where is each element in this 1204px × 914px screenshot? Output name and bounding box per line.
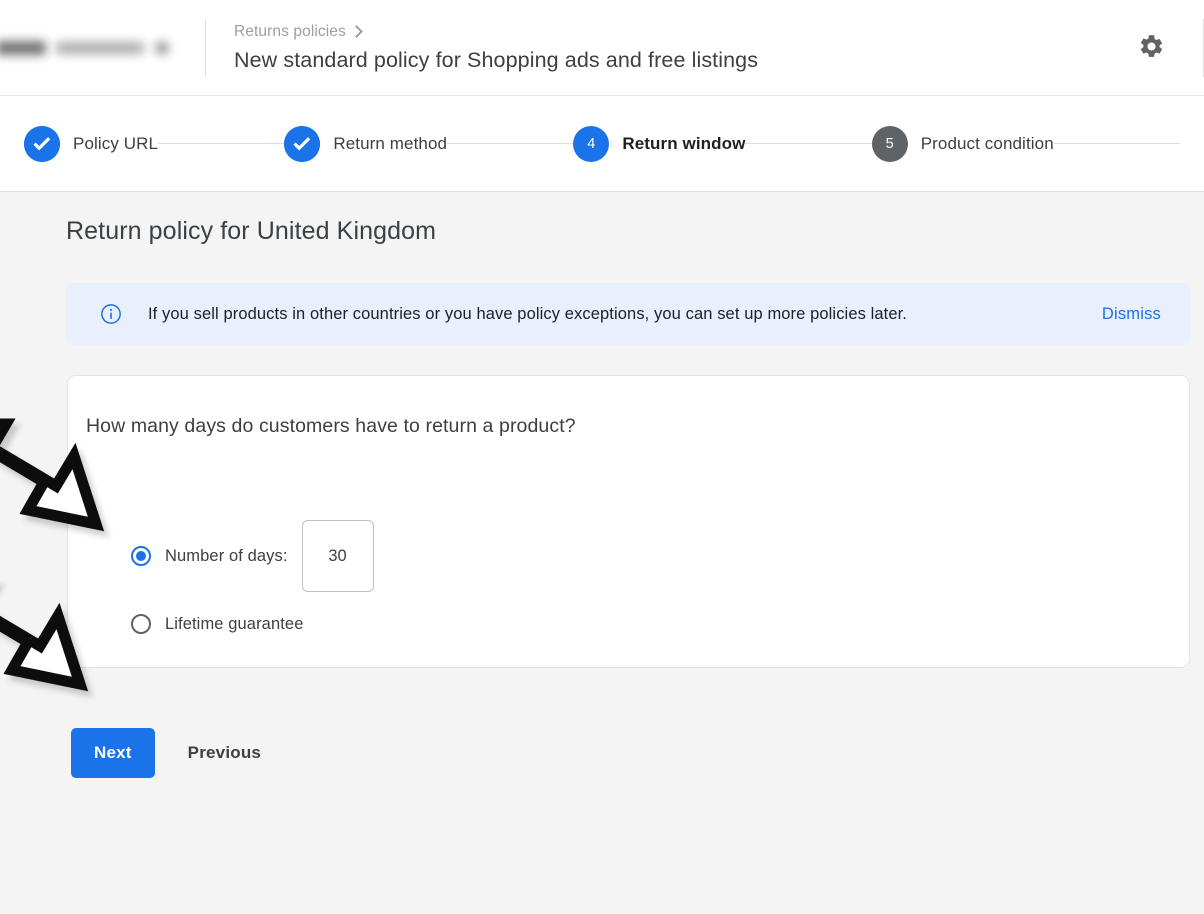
- section-title: Return policy for United Kingdom: [66, 214, 436, 248]
- redacted-block-3: [156, 42, 168, 54]
- stepper-step-return-window[interactable]: 4 Return window: [573, 126, 745, 162]
- stepper-step-policy-url[interactable]: Policy URL: [24, 126, 158, 162]
- step-complete-check-icon: [24, 126, 60, 162]
- return-window-radio-group: Number of days: Lifetime guarantee: [131, 520, 374, 644]
- header-actions: [1127, 0, 1204, 96]
- stepper-connector-1: [158, 143, 284, 144]
- number-of-days-input[interactable]: [302, 520, 374, 592]
- dismiss-button[interactable]: Dismiss: [1097, 305, 1166, 324]
- radio-label-number-of-days: Number of days:: [165, 547, 288, 566]
- chevron-right-icon: [350, 25, 363, 38]
- previous-button[interactable]: Previous: [180, 728, 269, 778]
- stepper-connector-4: [1054, 143, 1180, 144]
- redacted-block-2: [56, 42, 144, 54]
- return-window-card: How many days do customers have to retur…: [67, 375, 1190, 668]
- stepper-connector-3: [745, 143, 871, 144]
- step-label-return-method: Return method: [333, 134, 447, 154]
- stepper-connector-2: [447, 143, 573, 144]
- card-question: How many days do customers have to retur…: [86, 415, 576, 438]
- step-label-policy-url: Policy URL: [73, 134, 158, 154]
- breadcrumb-label[interactable]: Returns policies: [234, 21, 346, 43]
- radio-label-lifetime-guarantee: Lifetime guarantee: [165, 615, 303, 634]
- info-icon: [100, 303, 122, 325]
- step-number-badge: 5: [872, 126, 908, 162]
- step-complete-check-icon: [284, 126, 320, 162]
- app-header: Returns policies New standard policy for…: [0, 0, 1204, 96]
- radio-option-number-of-days[interactable]: Number of days:: [131, 520, 374, 592]
- gear-icon: [1138, 33, 1165, 63]
- breadcrumb[interactable]: Returns policies: [234, 21, 1127, 43]
- page-title: New standard policy for Shopping ads and…: [234, 46, 1127, 74]
- progress-stepper: Policy URL Return method 4 Return window…: [0, 96, 1204, 192]
- info-banner-text: If you sell products in other countries …: [148, 303, 1097, 325]
- header-title-group: Returns policies New standard policy for…: [206, 21, 1127, 74]
- settings-button[interactable]: [1127, 24, 1175, 72]
- redacted-block-1: [0, 41, 46, 55]
- radio-dot: [136, 551, 146, 561]
- step-label-return-window: Return window: [622, 134, 745, 154]
- step-label-product-condition: Product condition: [921, 134, 1054, 154]
- next-button[interactable]: Next: [71, 728, 155, 778]
- radio-option-lifetime-guarantee[interactable]: Lifetime guarantee: [131, 604, 374, 644]
- main-content: Return policy for United Kingdom If you …: [0, 193, 1204, 914]
- stepper-step-return-method[interactable]: Return method: [284, 126, 447, 162]
- account-logo-redacted: [0, 0, 205, 96]
- radio-selected-icon[interactable]: [131, 546, 151, 566]
- wizard-actions: Next Previous: [71, 728, 269, 778]
- stepper-step-product-condition[interactable]: 5 Product condition: [872, 126, 1054, 162]
- step-number-badge: 4: [573, 126, 609, 162]
- radio-unselected-icon[interactable]: [131, 614, 151, 634]
- info-banner: If you sell products in other countries …: [66, 283, 1190, 345]
